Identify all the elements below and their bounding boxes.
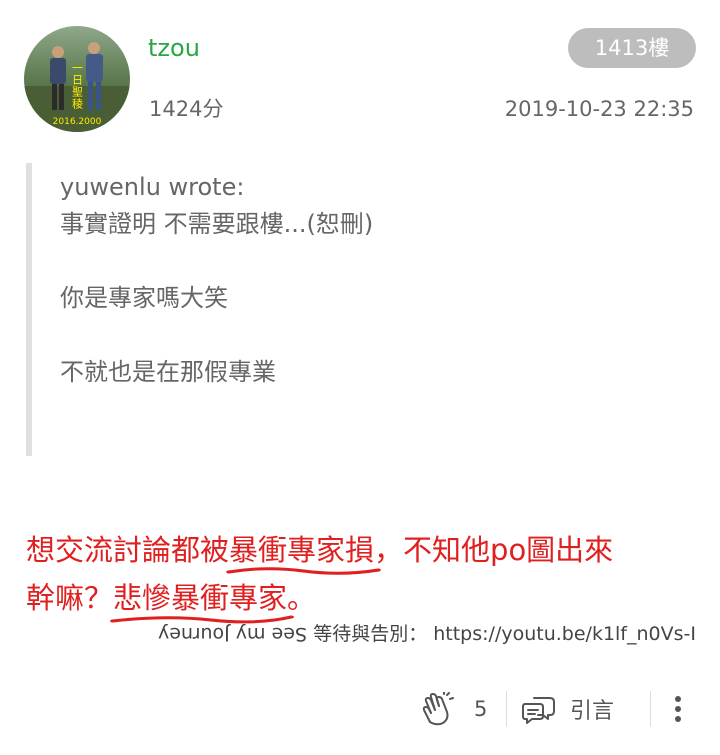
quoted-reply: yuwenlu wrote: 事實證明 不需要跟樓...(恕刪) 你是專家嗎大笑… <box>26 163 666 456</box>
quote-author: yuwenlu wrote: <box>60 173 245 201</box>
post-timestamp: 2019-10-23 22:35 <box>504 97 694 121</box>
quote-button[interactable]: 引言 <box>522 688 614 730</box>
quote-button-label: 引言 <box>570 699 615 724</box>
quote-line <box>60 317 666 354</box>
signature-text[interactable]: 等待與告別： https://youtu.be/k1lf_n0Vs-I <box>313 623 696 645</box>
quote-line <box>60 243 666 280</box>
body-text-segment: 想交流討論都被 <box>26 533 230 567</box>
like-count: 5 <box>474 697 488 721</box>
quote-line: 你是專家嗎大笑 <box>60 284 228 312</box>
body-text-segment: 。 <box>287 581 317 615</box>
avatar[interactable]: 一日聖稜 2016.2000 <box>24 26 130 132</box>
signature-flipped-text: See my Journey <box>158 623 308 645</box>
svg-text:2016.2000: 2016.2000 <box>53 117 102 127</box>
body-text-segment: ，不知他po圖出來 <box>374 533 614 567</box>
body-text-segment: 幹嘛？ <box>26 581 114 615</box>
user-score: 1424分 <box>149 97 224 121</box>
underlined-phrase: 悲慘暴衝專家 <box>110 574 294 624</box>
avatar-photo: 一日聖稜 2016.2000 <box>24 26 130 132</box>
post-actions: 5 引言 <box>0 684 720 734</box>
forum-post: 一日聖稜 2016.2000 tzou 1424分 1413樓 2019-10-… <box>0 0 720 755</box>
quote-line: 不就也是在那假專業 <box>60 358 276 386</box>
username[interactable]: tzou <box>148 32 200 64</box>
like-button[interactable]: 5 <box>420 688 487 730</box>
svg-text:一日聖稜: 一日聖稜 <box>71 62 84 110</box>
quote-bubble-icon <box>522 697 555 724</box>
divider <box>506 691 507 727</box>
divider <box>650 691 651 727</box>
quote-line: 事實證明 不需要跟樓...(恕刪) <box>60 210 374 238</box>
clap-icon <box>422 692 454 726</box>
underlined-phrase: 暴衝專家損 <box>226 526 381 575</box>
post-body: 想交流討論都被暴衝專家損 ，不知他po圖出來 幹嘛？悲慘暴衝專家。 <box>26 526 706 624</box>
more-vertical-icon[interactable] <box>664 690 692 728</box>
user-signature: See my Journey 等待與告別： https://youtu.be/k… <box>158 621 696 647</box>
floor-badge: 1413樓 <box>568 28 696 68</box>
